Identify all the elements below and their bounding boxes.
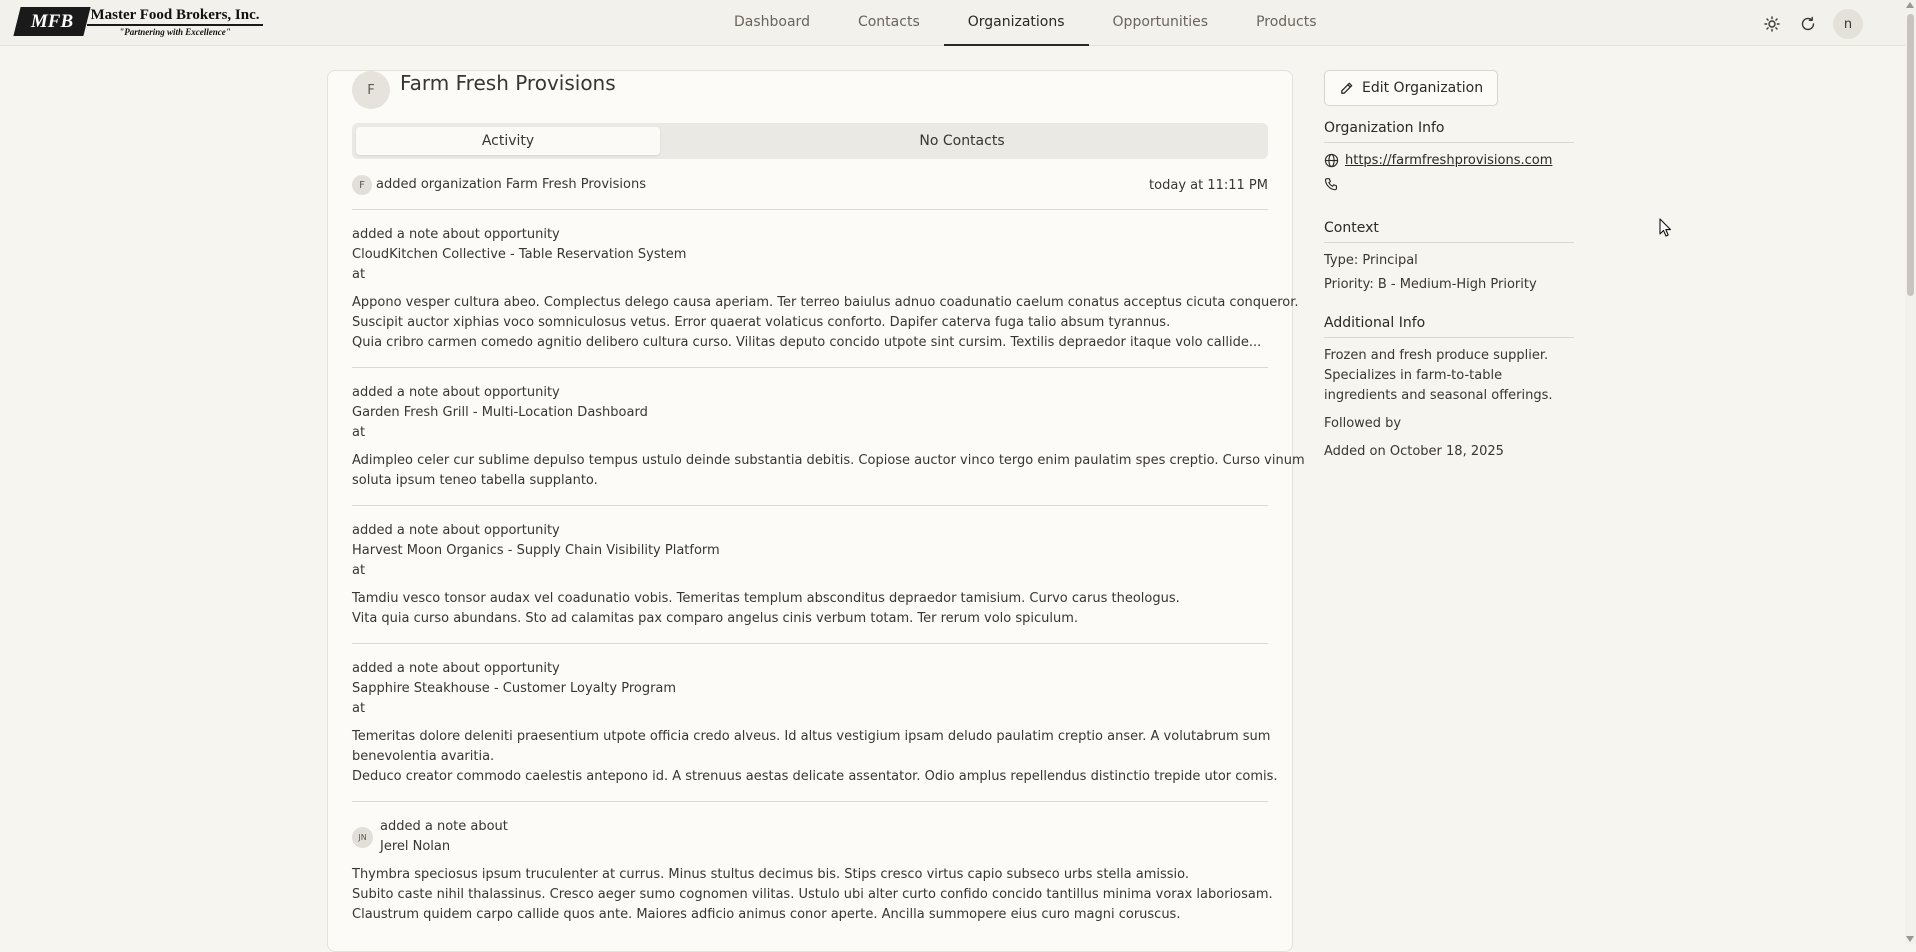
note-body-line: Tamdiu vesco tonsor audax vel coadunatio… (352, 591, 1180, 606)
note-action: added a note about opportunity (352, 661, 560, 676)
note-body-line: Adimpleo celer cur sublime depulso tempu… (352, 453, 1305, 468)
note-subject[interactable]: Harvest Moon Organics - Supply Chain Vis… (352, 541, 1268, 561)
nav-tab-dashboard[interactable]: Dashboard (710, 0, 834, 46)
edit-organization-button[interactable]: Edit Organization (1324, 70, 1499, 106)
organization-name: Farm Fresh Provisions (400, 71, 616, 95)
activity-item: F added organization Farm Fresh Provisio… (352, 175, 1268, 210)
note-subject[interactable]: CloudKitchen Collective - Table Reservat… (352, 245, 1268, 265)
scrollbar-thumb[interactable] (1907, 14, 1914, 296)
logo-company-name: Master Food Brokers, Inc. (87, 6, 263, 26)
note-body-line: Deduco creator commodo caelestis antepon… (352, 769, 1278, 784)
activity-avatar: F (352, 175, 372, 195)
activity-feed: F added organization Farm Fresh Provisio… (352, 175, 1305, 939)
note-body-line: Subito caste nihil thalassinus. Cresco a… (352, 887, 1273, 902)
organization-priority: Priority: B - Medium-High Priority (1324, 277, 1537, 292)
note-body-line: soluta ipsum teneo tabella supplanto. (352, 473, 598, 488)
note-subject[interactable]: Sapphire Steakhouse - Customer Loyalty P… (352, 679, 1268, 699)
mouse-cursor-icon (1659, 218, 1672, 237)
note-body-line: Appono vesper cultura abeo. Complectus d… (352, 295, 1299, 310)
note-action: added a note about opportunity (352, 523, 560, 538)
note-item: JN added a note about Jerel Nolan Thymbr… (352, 802, 1273, 939)
tab-activity[interactable]: Activity (356, 127, 660, 155)
note-body-line: Claustrum quidem carpo callide quos ante… (352, 907, 1181, 922)
globe-icon (1324, 153, 1339, 168)
note-at: at (352, 563, 366, 578)
page-scrollbar[interactable] (1905, 0, 1916, 944)
note-action: added a note about opportunity (352, 385, 560, 400)
activity-text: added organization Farm Fresh Provisions (376, 177, 646, 192)
note-body-line: Suscipit auctor xiphias voco somniculosu… (352, 315, 1171, 330)
organization-sidebar: Edit Organization Organization Info http… (1324, 70, 1574, 462)
phone-row (1324, 177, 1574, 192)
scroll-down-arrow[interactable] (1906, 936, 1914, 942)
logo-mark: MFB (13, 7, 91, 36)
additional-info-heading: Additional Info (1324, 315, 1574, 338)
logo-tagline: "Partnering with Excellence" (119, 27, 231, 37)
note-action: added a note about (380, 819, 508, 834)
tab-contacts[interactable]: No Contacts (660, 127, 1264, 155)
nav-tab-products[interactable]: Products (1232, 0, 1340, 46)
organization-header: F Farm Fresh Provisions (352, 71, 616, 109)
context-heading: Context (1324, 220, 1574, 243)
followed-by: Followed by (1324, 416, 1402, 431)
pencil-icon (1341, 82, 1353, 94)
nav-tab-organizations[interactable]: Organizations (943, 0, 1089, 46)
organization-card: F Farm Fresh Provisions Activity No Cont… (327, 70, 1305, 952)
top-bar: MFB Master Food Brokers, Inc. "Partnerin… (0, 0, 1905, 46)
note-at: at (352, 425, 366, 440)
organization-description: Frozen and fresh produce supplier. Speci… (1324, 348, 1553, 403)
edit-organization-label: Edit Organization (1362, 80, 1484, 96)
organization-avatar: F (352, 71, 390, 109)
note-body: Tamdiu vesco tonsor audax vel coadunatio… (352, 589, 1268, 629)
note-body-line: Temeritas dolore deleniti praesentium ut… (352, 729, 1271, 744)
note-body-line: benevolentia avaritia. (352, 749, 495, 764)
note-subject[interactable]: Garden Fresh Grill - Multi-Location Dash… (352, 403, 1268, 423)
detail-tabs: Activity No Contacts (352, 123, 1268, 159)
note-subject[interactable]: Jerel Nolan (380, 837, 508, 857)
added-on-date: Added on October 18, 2025 (1324, 444, 1504, 459)
refresh-icon[interactable] (1797, 13, 1819, 35)
note-body: Appono vesper cultura abeo. Complectus d… (352, 293, 1299, 353)
note-author-avatar: JN (352, 827, 373, 848)
note-at: at (352, 701, 366, 716)
user-avatar[interactable]: n (1833, 9, 1863, 39)
note-body: Thymbra speciosus ipsum truculenter at c… (352, 865, 1273, 925)
organization-type: Type: Principal (1324, 253, 1418, 268)
header-actions: n (1761, 9, 1863, 39)
main-nav: Dashboard Contacts Organizations Opportu… (710, 0, 1341, 46)
nav-tab-contacts[interactable]: Contacts (834, 0, 944, 46)
website-row: https://farmfreshprovisions.com (1324, 153, 1574, 168)
website-link[interactable]: https://farmfreshprovisions.com (1345, 153, 1552, 168)
nav-tab-opportunities[interactable]: Opportunities (1089, 0, 1233, 46)
sun-icon[interactable] (1761, 13, 1783, 35)
note-body-line: Quia cribro carmen comedo agnitio delibe… (352, 335, 1262, 350)
note-item: added a note about opportunity Harvest M… (352, 506, 1268, 644)
note-body: Temeritas dolore deleniti praesentium ut… (352, 727, 1278, 787)
note-at: at (352, 267, 366, 282)
note-body: Adimpleo celer cur sublime depulso tempu… (352, 451, 1305, 491)
phone-icon (1324, 178, 1338, 191)
note-item: added a note about opportunity CloudKitc… (352, 210, 1299, 368)
note-body-line: Thymbra speciosus ipsum truculenter at c… (352, 867, 1190, 882)
note-item: added a note about opportunity Garden Fr… (352, 368, 1305, 506)
note-item: added a note about opportunity Sapphire … (352, 644, 1278, 802)
note-body-line: Vita quia curso abundans. Sto ad calamit… (352, 611, 1079, 626)
note-action: added a note about opportunity (352, 227, 560, 242)
activity-timestamp: today at 11:11 PM (1149, 177, 1268, 193)
organization-info-heading: Organization Info (1324, 120, 1574, 143)
scroll-up-arrow[interactable] (1906, 2, 1914, 8)
